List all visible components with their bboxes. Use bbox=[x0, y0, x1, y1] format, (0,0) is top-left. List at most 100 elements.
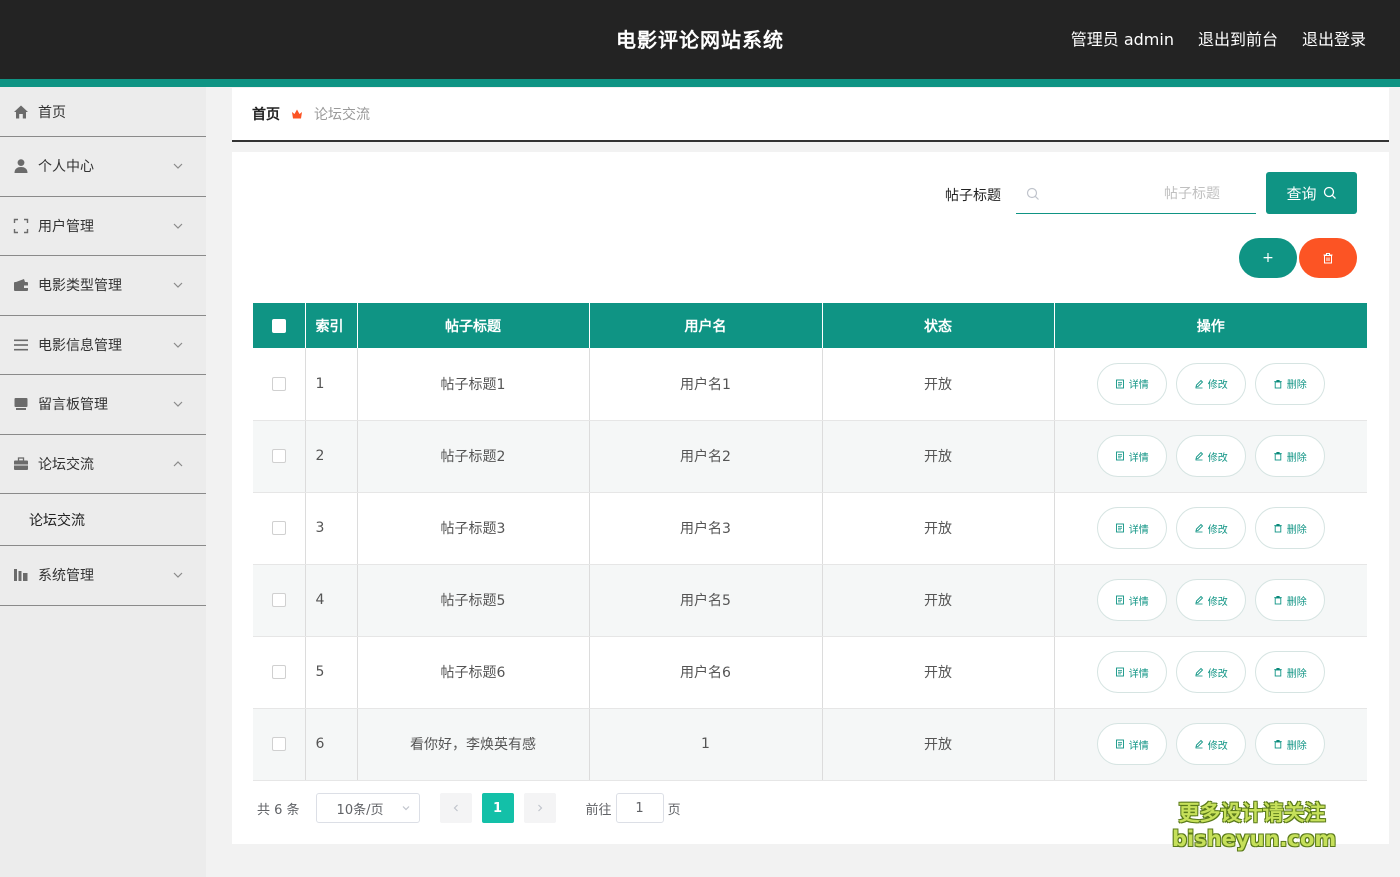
edit-icon bbox=[1194, 451, 1204, 461]
sidebar-item-movie-type-management[interactable]: 电影类型管理 bbox=[0, 256, 206, 316]
cell-username: 用户名3 bbox=[589, 492, 822, 564]
batch-delete-button[interactable] bbox=[1299, 238, 1357, 278]
page-size-select[interactable]: 10条/页 bbox=[316, 793, 420, 823]
cell-index: 6 bbox=[305, 708, 357, 780]
delete-button[interactable]: 删除 bbox=[1255, 363, 1325, 405]
top-header: 电影评论网站系统 管理员 admin 退出到前台 退出登录 bbox=[0, 0, 1400, 79]
breadcrumb-home[interactable]: 首页 bbox=[252, 104, 280, 124]
document-icon bbox=[1115, 739, 1125, 749]
detail-button[interactable]: 详情 bbox=[1097, 507, 1167, 549]
chevron-down-icon bbox=[172, 339, 184, 351]
select-all-checkbox[interactable] bbox=[272, 319, 286, 333]
document-icon bbox=[1115, 523, 1125, 533]
search-input[interactable] bbox=[1040, 186, 1250, 202]
trash-icon bbox=[1273, 739, 1283, 749]
cell-status: 开放 bbox=[822, 708, 1054, 780]
admin-user-link[interactable]: 管理员 admin bbox=[1071, 26, 1174, 50]
table-row: 1帖子标题1用户名1开放详情修改删除 bbox=[253, 348, 1367, 420]
sidebar-item-label: 系统管理 bbox=[38, 565, 94, 585]
row-checkbox[interactable] bbox=[272, 377, 286, 391]
cell-index: 3 bbox=[305, 492, 357, 564]
watermark-line2: bisheyun.com bbox=[1172, 826, 1332, 852]
row-checkbox[interactable] bbox=[272, 665, 286, 679]
row-checkbox[interactable] bbox=[272, 593, 286, 607]
sidebar-item-message-board-management[interactable]: 留言板管理 bbox=[0, 375, 206, 435]
cell-title: 看你好，李焕英有感 bbox=[357, 708, 589, 780]
chevron-up-icon bbox=[172, 458, 184, 470]
delete-button-label: 删除 bbox=[1287, 449, 1307, 464]
breadcrumb: 首页 论坛交流 bbox=[232, 88, 1389, 142]
header-links: 管理员 admin 退出到前台 退出登录 bbox=[1071, 26, 1366, 50]
edit-icon bbox=[1194, 523, 1204, 533]
trash-icon bbox=[1273, 379, 1283, 389]
next-page-button[interactable] bbox=[524, 793, 556, 823]
page-number-current[interactable]: 1 bbox=[482, 793, 514, 823]
document-icon bbox=[1115, 595, 1125, 605]
search-icon bbox=[1323, 186, 1337, 200]
table-row: 4帖子标题5用户名5开放详情修改删除 bbox=[253, 564, 1367, 636]
edit-button[interactable]: 修改 bbox=[1176, 723, 1246, 765]
edit-button[interactable]: 修改 bbox=[1176, 363, 1246, 405]
sidebar-item-system-management[interactable]: 系统管理 bbox=[0, 546, 206, 606]
detail-button[interactable]: 详情 bbox=[1097, 363, 1167, 405]
query-button[interactable]: 查询 bbox=[1266, 172, 1357, 214]
detail-button[interactable]: 详情 bbox=[1097, 579, 1167, 621]
forum-table: 索引 帖子标题 用户名 状态 操作 1帖子标题1用户名1开放详情修改删除2帖子标… bbox=[253, 303, 1367, 781]
cell-title: 帖子标题6 bbox=[357, 636, 589, 708]
delete-button[interactable]: 删除 bbox=[1255, 435, 1325, 477]
cell-index: 5 bbox=[305, 636, 357, 708]
delete-button[interactable]: 删除 bbox=[1255, 507, 1325, 549]
sidebar-item-label: 电影信息管理 bbox=[38, 335, 122, 355]
sidebar-subitem-forum[interactable]: 论坛交流 bbox=[0, 494, 206, 546]
crown-icon bbox=[290, 107, 304, 121]
trash-icon bbox=[1273, 667, 1283, 677]
sidebar-item-label: 用户管理 bbox=[38, 216, 94, 236]
logout-link[interactable]: 退出登录 bbox=[1302, 26, 1366, 50]
cell-index: 2 bbox=[305, 420, 357, 492]
sidebar-item-label: 电影类型管理 bbox=[38, 275, 122, 295]
edit-button[interactable]: 修改 bbox=[1176, 507, 1246, 549]
user-icon bbox=[13, 158, 29, 174]
sidebar-item-movie-info-management[interactable]: 电影信息管理 bbox=[0, 316, 206, 376]
sidebar-item-home[interactable]: 首页 bbox=[0, 87, 206, 137]
delete-button[interactable]: 删除 bbox=[1255, 651, 1325, 693]
delete-button-label: 删除 bbox=[1287, 593, 1307, 608]
prev-page-button[interactable] bbox=[440, 793, 472, 823]
detail-button-label: 详情 bbox=[1129, 521, 1149, 536]
wallet-icon bbox=[13, 277, 29, 293]
header-accent-stripe bbox=[0, 79, 1400, 87]
cell-title: 帖子标题3 bbox=[357, 492, 589, 564]
delete-button[interactable]: 删除 bbox=[1255, 579, 1325, 621]
edit-button[interactable]: 修改 bbox=[1176, 651, 1246, 693]
detail-button[interactable]: 详情 bbox=[1097, 435, 1167, 477]
page-size-value: 10条/页 bbox=[337, 799, 384, 818]
trash-icon bbox=[1273, 595, 1283, 605]
table-header-row: 索引 帖子标题 用户名 状态 操作 bbox=[253, 303, 1367, 348]
row-checkbox[interactable] bbox=[272, 449, 286, 463]
row-checkbox[interactable] bbox=[272, 737, 286, 751]
add-button-label: + bbox=[1262, 250, 1274, 266]
row-actions: 详情修改删除 bbox=[1055, 363, 1368, 405]
delete-button[interactable]: 删除 bbox=[1255, 723, 1325, 765]
row-checkbox[interactable] bbox=[272, 521, 286, 535]
sidebar-item-forum[interactable]: 论坛交流 bbox=[0, 435, 206, 495]
detail-button-label: 详情 bbox=[1129, 449, 1149, 464]
add-button[interactable]: + bbox=[1239, 238, 1297, 278]
table-row: 3帖子标题3用户名3开放 详情 修改删除 bbox=[253, 492, 1367, 564]
trash-icon bbox=[1273, 523, 1283, 533]
sidebar-item-user-management[interactable]: 用户管理 bbox=[0, 197, 206, 257]
cell-username: 用户名5 bbox=[589, 564, 822, 636]
goto-page-input[interactable] bbox=[616, 793, 664, 823]
cell-status: 开放 bbox=[822, 492, 1054, 564]
cell-ops: 详情 修改删除 bbox=[1054, 492, 1367, 564]
sidebar-item-personal-center[interactable]: 个人中心 bbox=[0, 137, 206, 197]
row-select-cell bbox=[253, 420, 305, 492]
edit-button[interactable]: 修改 bbox=[1176, 579, 1246, 621]
detail-button[interactable]: 详情 bbox=[1097, 651, 1167, 693]
cell-username: 用户名1 bbox=[589, 348, 822, 420]
detail-button[interactable]: 详情 bbox=[1097, 723, 1167, 765]
row-select-cell bbox=[253, 564, 305, 636]
exit-to-front-link[interactable]: 退出到前台 bbox=[1198, 26, 1278, 50]
search-icon bbox=[1026, 187, 1040, 201]
edit-button[interactable]: 修改 bbox=[1176, 435, 1246, 477]
